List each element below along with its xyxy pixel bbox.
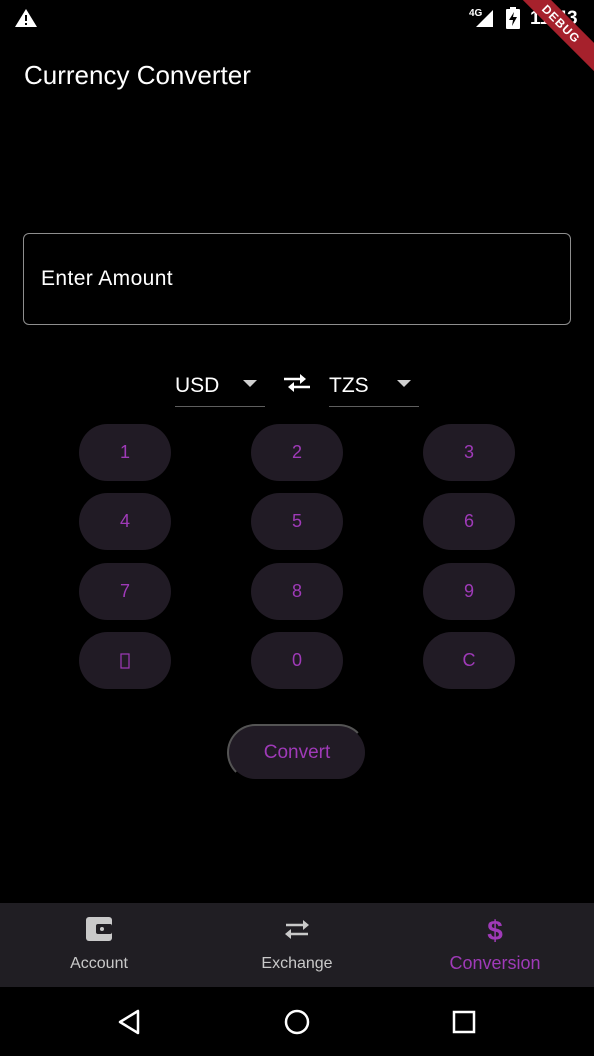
wallet-icon xyxy=(86,917,112,941)
key-1[interactable]: 1 xyxy=(79,424,171,481)
nav-label-exchange: Exchange xyxy=(261,955,333,972)
from-currency-dropdown[interactable]: USD xyxy=(175,365,265,407)
key-0[interactable]: 0 xyxy=(251,632,343,689)
nav-label-conversion: Conversion xyxy=(449,953,541,973)
nav-item-exchange[interactable]: Exchange xyxy=(198,903,396,987)
bottom-navigation: Account Exchange $ Conversion xyxy=(0,903,594,987)
key-clear[interactable]: C xyxy=(423,632,515,689)
convert-button[interactable]: Convert xyxy=(227,724,367,781)
amount-field[interactable] xyxy=(23,233,571,325)
chevron-down-icon xyxy=(243,380,257,387)
key-decimal[interactable] xyxy=(79,632,171,689)
recents-icon[interactable] xyxy=(450,1008,478,1036)
nav-item-conversion[interactable]: $ Conversion xyxy=(396,903,594,987)
warning-icon xyxy=(15,9,37,27)
key-4[interactable]: 4 xyxy=(79,493,171,550)
key-8[interactable]: 8 xyxy=(251,563,343,620)
key-7[interactable]: 7 xyxy=(79,563,171,620)
nav-item-account[interactable]: Account xyxy=(0,903,198,987)
battery-charging-icon xyxy=(506,7,520,29)
system-navigation-bar xyxy=(0,987,594,1056)
swap-arrows-icon[interactable] xyxy=(280,371,314,395)
to-currency-label: TZS xyxy=(329,373,369,397)
chevron-down-icon xyxy=(397,380,411,387)
key-3[interactable]: 3 xyxy=(423,424,515,481)
signal-icon xyxy=(476,10,493,27)
exchange-arrows-icon xyxy=(285,920,309,939)
to-currency-dropdown[interactable]: TZS xyxy=(329,365,419,407)
key-6[interactable]: 6 xyxy=(423,493,515,550)
key-9[interactable]: 9 xyxy=(423,563,515,620)
from-currency-label: USD xyxy=(175,373,220,397)
app-title: Currency Converter xyxy=(24,60,251,90)
key-5[interactable]: 5 xyxy=(251,493,343,550)
amount-input[interactable] xyxy=(41,267,570,291)
dollar-icon: $ xyxy=(487,915,503,945)
svg-text:$: $ xyxy=(487,915,503,945)
nav-label-account: Account xyxy=(70,955,128,972)
app-screen: 4G 11:43 DEBUG Currency Converter USD TZ… xyxy=(0,0,594,1056)
status-bar: 4G 11:43 DEBUG xyxy=(0,0,594,85)
home-icon[interactable] xyxy=(283,1008,311,1036)
missing-glyph-icon xyxy=(120,652,130,669)
key-2[interactable]: 2 xyxy=(251,424,343,481)
back-icon[interactable] xyxy=(116,1008,144,1036)
